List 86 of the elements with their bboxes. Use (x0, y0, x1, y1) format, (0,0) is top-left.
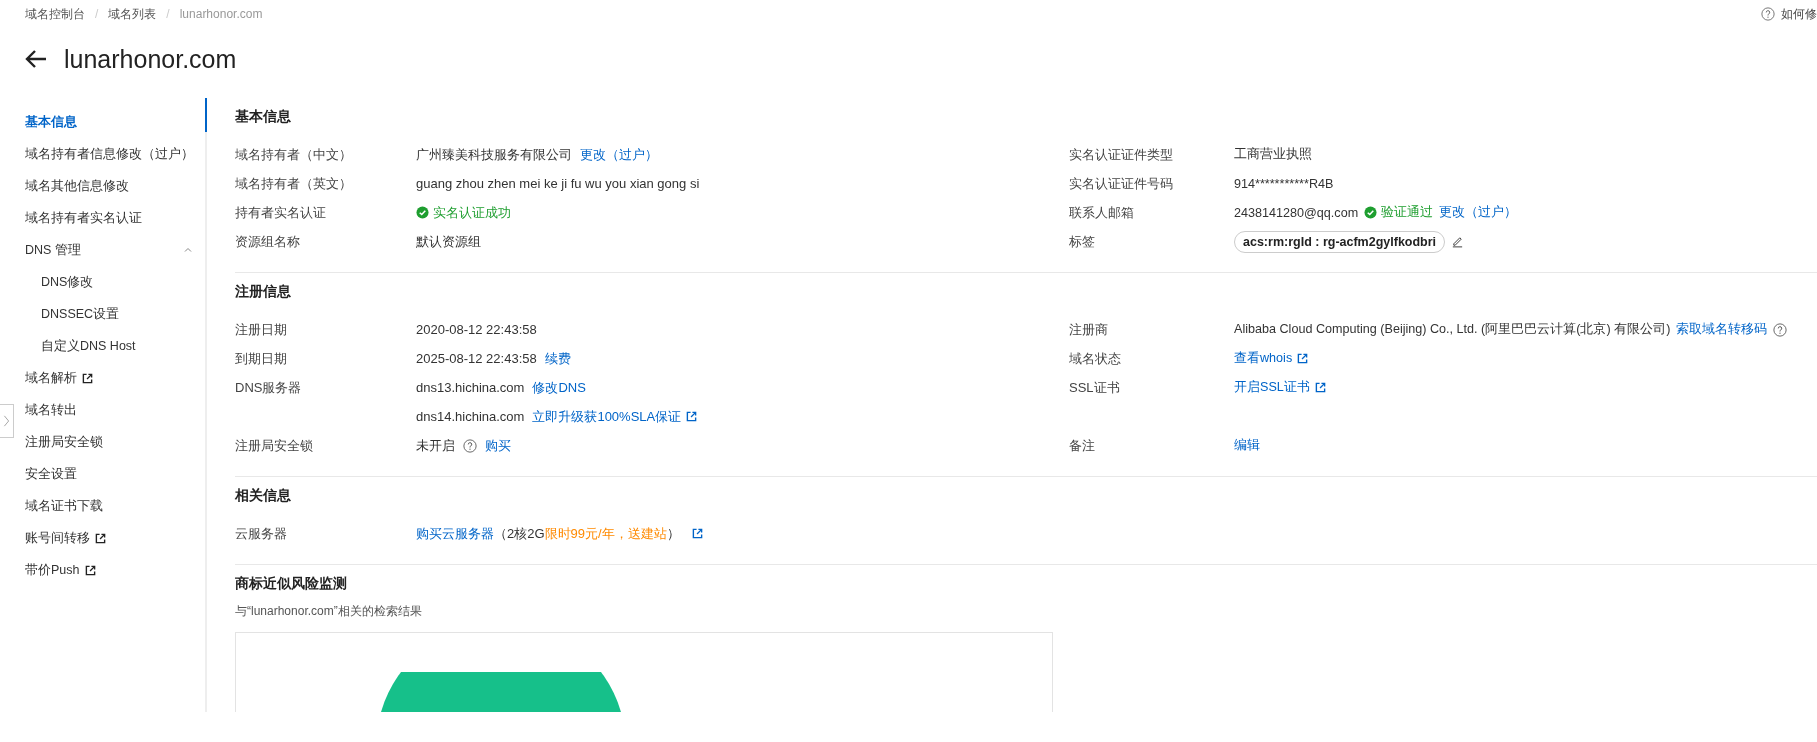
caret-icon (183, 245, 193, 255)
field-label: 到期日期 (235, 350, 288, 368)
field-value: guang zhou zhen mei ke ji fu wu you xian gong si (416, 176, 700, 191)
help-icon[interactable] (463, 438, 477, 453)
promo-text: （2核2G限时99元/年，送建站） (494, 524, 680, 543)
field-label: 联系人邮箱 (1069, 204, 1135, 222)
field-label: 注册局安全锁 (235, 437, 314, 455)
field-label: 云服务器 (235, 525, 288, 543)
chevron-right-icon (3, 415, 10, 427)
breadcrumb-link[interactable]: 域名控制台 (25, 5, 85, 23)
section-title: 注册信息 (235, 282, 292, 301)
field-label: 域名状态 (1069, 350, 1122, 368)
field-value: 广州臻美科技服务有限公司 (416, 145, 572, 164)
action-link[interactable]: 编辑 (1234, 437, 1260, 454)
breadcrumb-separator: / (95, 7, 99, 21)
sidebar-item[interactable]: 安全设置 (25, 458, 77, 490)
field-label: 标签 (1069, 233, 1096, 251)
external-link-icon (686, 411, 698, 422)
external-link-icon (95, 532, 106, 544)
check-circle-icon (1364, 206, 1378, 219)
status-text: 实名认证成功 (433, 203, 511, 222)
field-value: dns13.hichina.com (416, 380, 525, 395)
help-icon (1761, 7, 1775, 21)
sidebar-item[interactable]: 域名证书下载 (25, 490, 103, 522)
action-link[interactable]: 更改（过户） (580, 145, 658, 164)
external-link-icon[interactable] (691, 528, 703, 539)
field-label: 资源组名称 (235, 233, 301, 251)
action-link[interactable]: 修改DNS (532, 378, 586, 397)
field-value: 工商营业执照 (1234, 146, 1312, 163)
sidebar-item[interactable]: 域名解析 (25, 362, 93, 394)
sidebar-subitem[interactable]: DNSSEC设置 (41, 298, 120, 330)
sidebar-item[interactable]: 域名持有者实名认证 (25, 202, 142, 234)
field-value: Alibaba Cloud Computing (Beijing) Co., Ltd. (阿里巴巴云计算(北京) 有限公司) (1234, 321, 1671, 338)
field-value: 2438141280@qq.com (1234, 205, 1359, 220)
action-link[interactable]: 更改（过户） (1439, 204, 1518, 221)
section-description: 与“lunarhonor.com”相关的检索结果 (235, 603, 423, 620)
field-value: 未开启 (416, 436, 455, 455)
field-value: 2025-08-12 22:43:58 (416, 351, 537, 366)
sidebar-subitem[interactable]: 自定义DNS Host (41, 330, 136, 362)
action-link[interactable]: 查看whois (1234, 350, 1309, 367)
edit-icon[interactable] (1451, 235, 1465, 248)
external-link-icon (1314, 382, 1326, 393)
field-value: dns14.hichina.com (416, 409, 525, 424)
external-link-icon (82, 372, 93, 384)
action-link[interactable]: 续费 (544, 349, 571, 368)
action-link[interactable]: 购买 (485, 436, 511, 455)
field-value: 2020-08-12 22:43:58 (416, 322, 537, 337)
sidebar-item[interactable]: 带价Push (25, 554, 96, 586)
check-circle-icon (416, 206, 429, 219)
action-link[interactable]: 立即升级获100%SLA保证 (532, 407, 698, 426)
field-value: 默认资源组 (416, 232, 481, 251)
field-label: DNS服务器 (235, 379, 303, 397)
breadcrumb-separator: / (166, 7, 170, 21)
breadcrumb-link[interactable]: 域名列表 (108, 5, 157, 23)
field-label: 注册日期 (235, 321, 288, 339)
sidebar-item[interactable]: 域名持有者信息修改（过户） (25, 138, 194, 170)
section-title: 基本信息 (235, 107, 292, 126)
field-value: 914***********R4B (1234, 176, 1334, 191)
breadcrumb-current: lunarhonor.com (179, 7, 263, 21)
sidebar-subitem[interactable]: DNS修改 (41, 266, 94, 298)
sidebar-item[interactable]: 基本信息 (25, 106, 77, 138)
field-label: 实名认证证件类型 (1069, 146, 1174, 164)
sidebar-toggle-button[interactable] (0, 404, 14, 438)
help-link[interactable]: 如何修 (1761, 5, 1817, 23)
field-label: 持有者实名认证 (235, 204, 327, 222)
help-icon[interactable] (1773, 322, 1788, 337)
section-title: 商标近似风险监测 (235, 574, 348, 593)
sidebar-item[interactable]: 账号间转移 (25, 522, 106, 554)
action-link[interactable]: 索取域名转移码 (1676, 321, 1768, 338)
sidebar-item[interactable]: DNS 管理 (25, 234, 193, 266)
field-label: 备注 (1069, 437, 1096, 455)
sidebar-item[interactable]: 域名其他信息修改 (25, 170, 129, 202)
sidebar-item[interactable]: 域名转出 (25, 394, 77, 426)
field-label: 实名认证证件号码 (1069, 175, 1174, 193)
field-label: 域名持有者（中文） (235, 146, 353, 164)
status-text: 验证通过 (1381, 204, 1434, 221)
field-label: SSL证书 (1069, 379, 1121, 397)
action-link[interactable]: 购买云服务器 (416, 524, 494, 543)
field-label: 域名持有者（英文） (235, 175, 353, 193)
action-link[interactable]: 开启SSL证书 (1234, 379, 1326, 396)
section-title: 相关信息 (235, 486, 292, 505)
sidebar-item[interactable]: 注册局安全锁 (25, 426, 103, 458)
external-link-icon (84, 564, 96, 576)
page-title: lunarhonor.com (64, 44, 237, 74)
external-link-icon (1297, 353, 1309, 364)
field-label: 注册商 (1069, 321, 1109, 339)
